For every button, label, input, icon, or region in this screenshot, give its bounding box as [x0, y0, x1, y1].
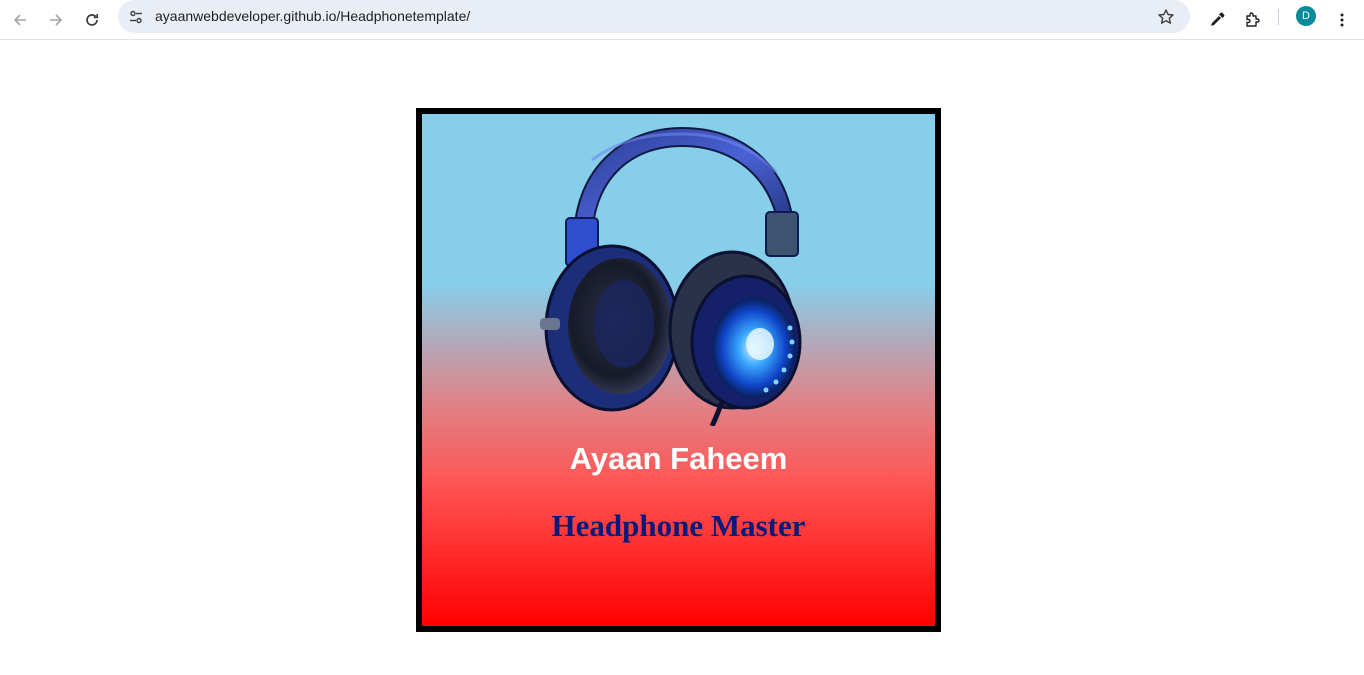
profile-avatar[interactable]: D	[1296, 6, 1316, 26]
forward-button[interactable]	[40, 4, 72, 36]
toolbar-divider	[1278, 9, 1279, 25]
kebab-menu-icon	[1340, 13, 1344, 27]
arrow-right-icon	[50, 14, 63, 26]
card-name: Ayaan Faheem	[569, 441, 788, 476]
profile-card: Ayaan Faheem Headphone Master	[416, 108, 941, 632]
reload-button[interactable]	[76, 4, 108, 36]
arrow-left-icon	[13, 14, 26, 26]
back-button[interactable]	[4, 4, 36, 36]
reload-icon	[86, 14, 99, 26]
star-icon	[1158, 9, 1174, 24]
headphone-image	[532, 120, 822, 426]
extensions-button[interactable]	[1237, 4, 1269, 36]
address-bar[interactable]: ayaanwebdeveloper.github.io/Headphonetem…	[118, 0, 1190, 33]
puzzle-icon	[1246, 12, 1260, 27]
browser-toolbar: ayaanwebdeveloper.github.io/Headphonetem…	[0, 0, 1364, 40]
menu-button[interactable]	[1326, 4, 1358, 36]
card-tagline: Headphone Master	[551, 508, 806, 543]
bookmark-button[interactable]	[1154, 5, 1178, 29]
url-text[interactable]: ayaanwebdeveloper.github.io/Headphonetem…	[155, 8, 470, 24]
eyedropper-icon	[1211, 12, 1225, 26]
site-info-button[interactable]	[122, 3, 149, 30]
tune-icon	[129, 10, 142, 23]
eyedropper-button[interactable]	[1201, 4, 1233, 36]
headphone-illustration	[540, 126, 802, 426]
